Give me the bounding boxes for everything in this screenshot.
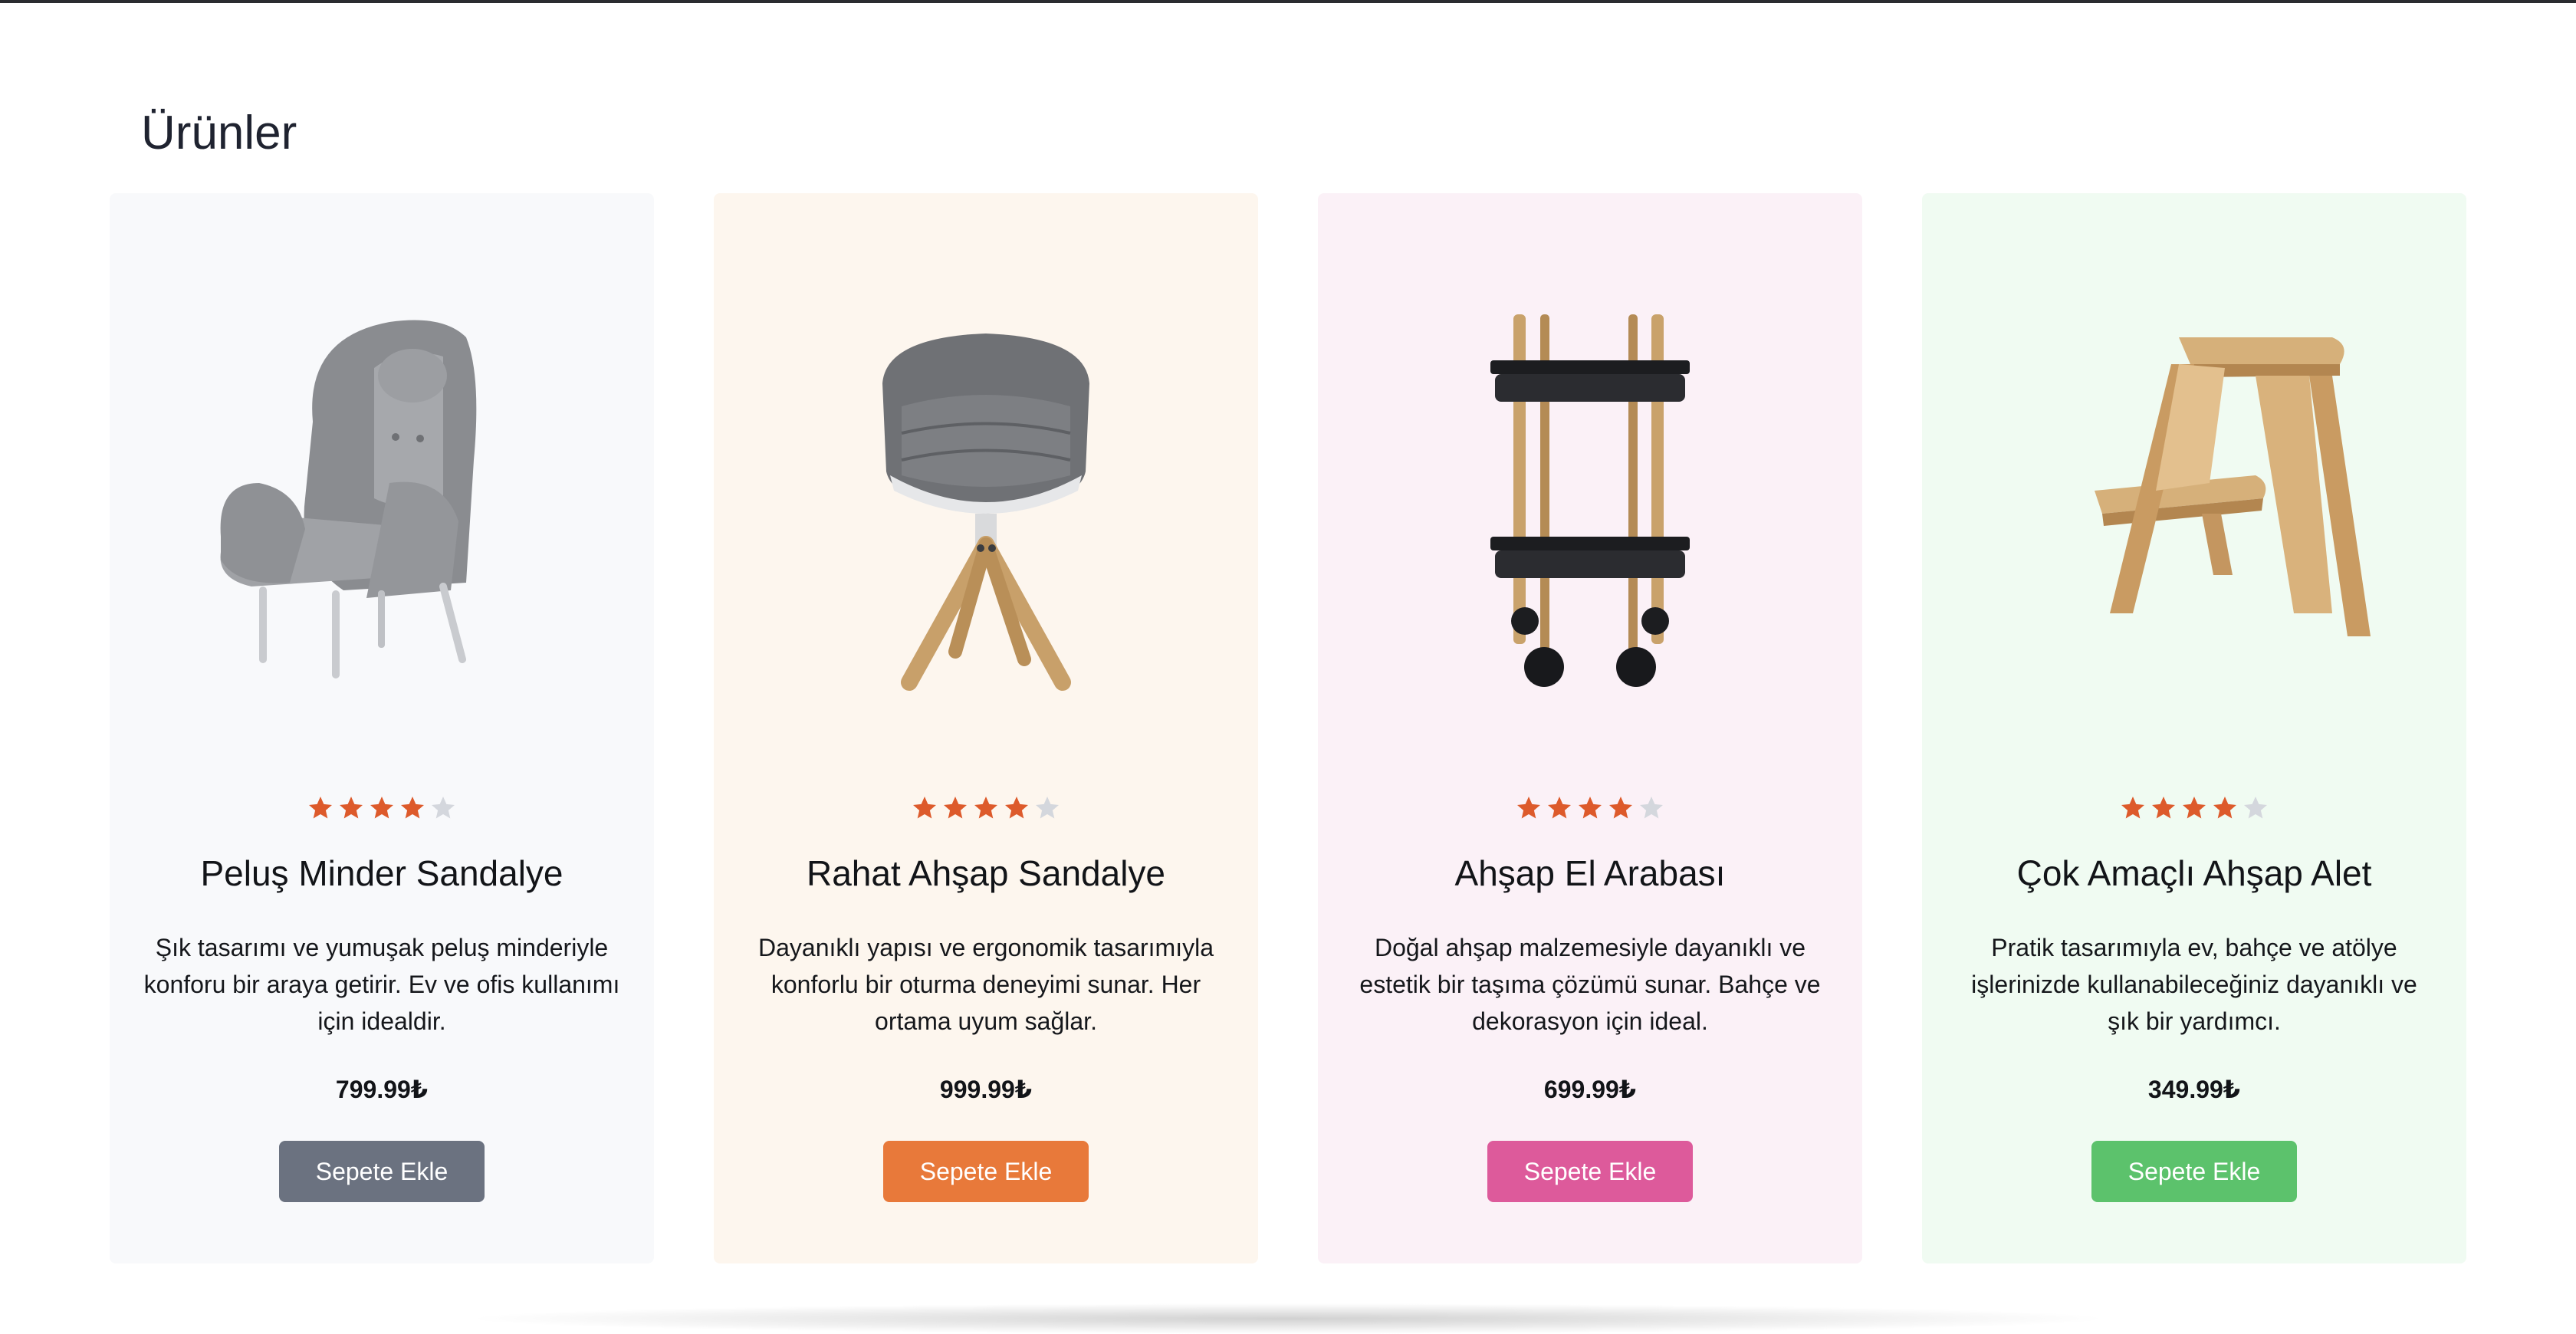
star-rating bbox=[110, 794, 654, 825]
product-description: Doğal ahşap malzemesiyle dayanıklı ve es… bbox=[1359, 934, 1821, 1035]
star-filled-icon bbox=[370, 797, 393, 819]
bottom-shadow bbox=[460, 1303, 2116, 1334]
product-card: Rahat Ahşap Sandalye Dayanıklı yapısı ve… bbox=[714, 193, 1258, 1263]
star-rating bbox=[714, 794, 1258, 825]
product-name: Ahşap El Arabası bbox=[1454, 853, 1726, 893]
star-filled-icon bbox=[2152, 797, 2175, 819]
product-name: Rahat Ahşap Sandalye bbox=[806, 853, 1166, 893]
add-to-cart-button[interactable]: Sepete Ekle bbox=[883, 1141, 1089, 1202]
star-filled-icon bbox=[974, 797, 997, 819]
star-filled-icon bbox=[401, 797, 424, 819]
star-filled-icon bbox=[944, 797, 967, 819]
window-top-border bbox=[0, 0, 2576, 3]
step-stool-illustration bbox=[2095, 337, 2371, 636]
star-empty-icon bbox=[1640, 797, 1663, 819]
page-title: Ürünler bbox=[141, 107, 297, 159]
rolling-cart-illustration bbox=[1490, 314, 1690, 687]
add-to-cart-button[interactable]: Sepete Ekle bbox=[1487, 1141, 1693, 1202]
star-empty-icon bbox=[2244, 797, 2267, 819]
star-filled-icon bbox=[340, 797, 363, 819]
star-filled-icon bbox=[2183, 797, 2206, 819]
star-filled-icon bbox=[2121, 797, 2144, 819]
star-filled-icon bbox=[913, 797, 936, 819]
product-card: Peluş Minder Sandalye Şık tasarımı ve yu… bbox=[110, 193, 654, 1263]
product-grid: Peluş Minder Sandalye Şık tasarımı ve yu… bbox=[110, 193, 2466, 1263]
product-price: 999.99₺ bbox=[939, 1076, 1033, 1103]
star-filled-icon bbox=[1517, 797, 1540, 819]
product-name: Çok Amaçlı Ahşap Alet bbox=[2016, 853, 2372, 893]
star-filled-icon bbox=[2213, 797, 2236, 819]
add-to-cart-button[interactable]: Sepete Ekle bbox=[279, 1141, 485, 1202]
star-filled-icon bbox=[309, 797, 332, 819]
product-name: Peluş Minder Sandalye bbox=[200, 853, 564, 893]
product-price: 799.99₺ bbox=[335, 1076, 429, 1103]
armchair-illustration bbox=[220, 320, 477, 678]
product-card: Ahşap El Arabası Doğal ahşap malzemesiyl… bbox=[1318, 193, 1862, 1263]
product-price: 349.99₺ bbox=[2147, 1076, 2241, 1103]
star-filled-icon bbox=[1609, 797, 1632, 819]
product-description: Dayanıklı yapısı ve ergonomik tasarımıyl… bbox=[757, 934, 1214, 1035]
product-price: 699.99₺ bbox=[1543, 1076, 1637, 1103]
star-empty-icon bbox=[432, 797, 455, 819]
product-description: Şık tasarımı ve yumuşak peluş minderiyle… bbox=[143, 934, 620, 1035]
star-rating bbox=[1922, 794, 2466, 825]
chair-illustration bbox=[882, 334, 1089, 691]
add-to-cart-button[interactable]: Sepete Ekle bbox=[2091, 1141, 2297, 1202]
star-rating bbox=[1318, 794, 1862, 825]
star-filled-icon bbox=[1579, 797, 1602, 819]
product-card: Çok Amaçlı Ahşap Alet Pratik tasarımıyla… bbox=[1922, 193, 2466, 1263]
product-description: Pratik tasarımıyla ev, bahçe ve atölye i… bbox=[1971, 934, 2417, 1035]
star-filled-icon bbox=[1548, 797, 1571, 819]
star-empty-icon bbox=[1036, 797, 1059, 819]
star-filled-icon bbox=[1005, 797, 1028, 819]
